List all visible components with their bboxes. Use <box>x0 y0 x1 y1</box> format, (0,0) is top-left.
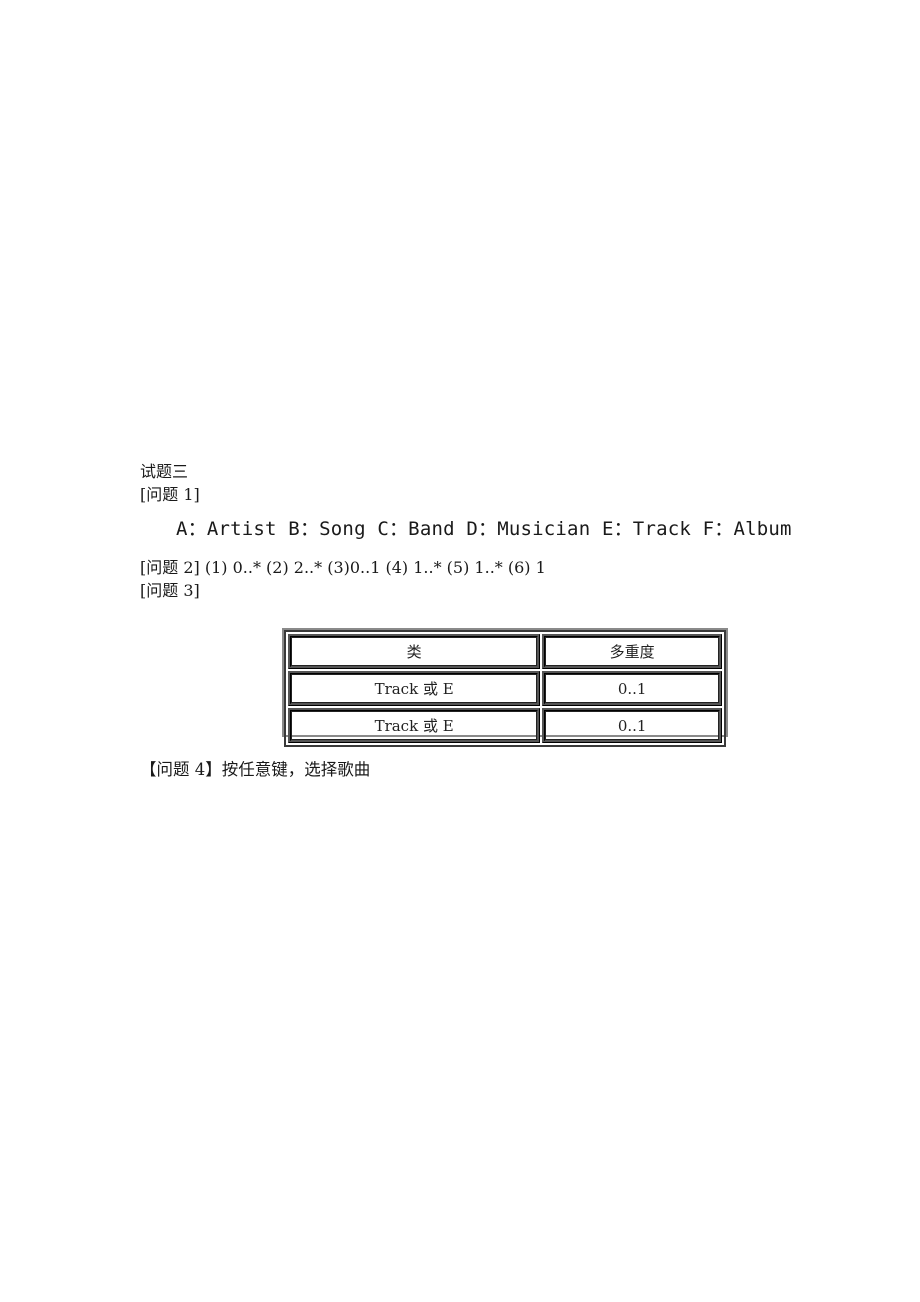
question-3-label: [问题 3] <box>140 581 200 600</box>
cell-class: Track 或 E <box>288 708 541 743</box>
table-row: Track 或 E 0..1 <box>288 671 722 706</box>
cell-multiplicity: 0..1 <box>542 708 722 743</box>
table-row: Track 或 E 0..1 <box>288 708 722 743</box>
table-header-row: 类 多重度 <box>288 634 722 669</box>
multiplicity-table: 类 多重度 Track 或 E 0..1 Track 或 E 0..1 <box>284 630 726 747</box>
multiplicity-table-frame: 类 多重度 Track 或 E 0..1 Track 或 E 0..1 <box>282 628 728 747</box>
document-page: 试题三 [问题 1] A：Artist B：Song C：Band D：Musi… <box>0 0 920 1302</box>
question-4-answer: 【问题 4】按任意键，选择歌曲 <box>140 760 371 779</box>
cell-multiplicity: 0..1 <box>542 671 722 706</box>
cell-class: Track 或 E <box>288 671 541 706</box>
header-multiplicity: 多重度 <box>542 634 722 669</box>
section-title: 试题三 <box>140 462 189 481</box>
question-1-answer: A：Artist B：Song C：Band D：Musician E：Trac… <box>176 518 792 540</box>
question-1-label: [问题 1] <box>140 485 200 504</box>
question-2-answer: [问题 2] (1) 0..* (2) 2..* (3)0..1 (4) 1..… <box>140 558 546 577</box>
header-class: 类 <box>288 634 541 669</box>
